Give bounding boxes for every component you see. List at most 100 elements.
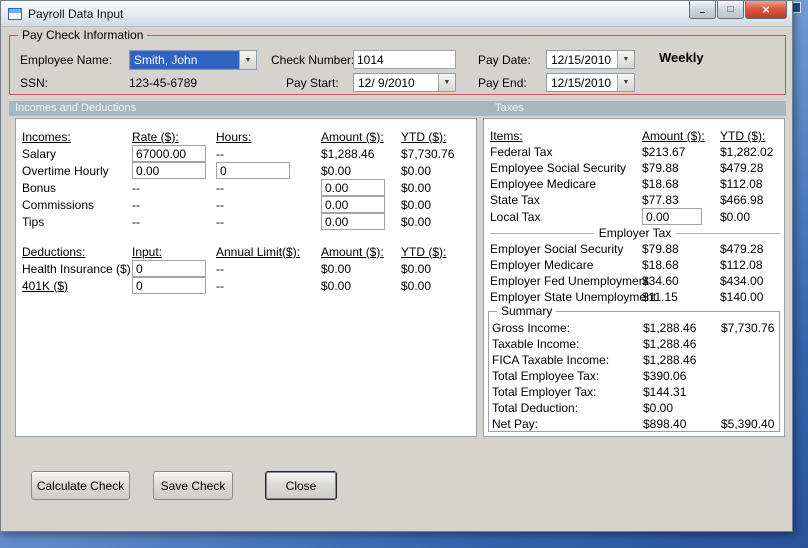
paycheck-info-groupbox: Pay Check Information Employee Name: Smi… [9, 28, 786, 95]
commissions-amount-input[interactable] [321, 196, 385, 213]
ytd-header: YTD ($): [720, 129, 766, 143]
income-hours-value: -- [216, 146, 224, 161]
close-icon: × [762, 2, 770, 17]
summary-amount-value: $1,288.46 [643, 353, 697, 367]
check-number-input[interactable] [353, 50, 456, 69]
income-ytd-value: $7,730.76 [401, 146, 455, 161]
employee-name-combobox[interactable]: Smith, John ▼ [129, 50, 257, 70]
hours-header: Hours: [216, 129, 252, 144]
tax-ytd-value: $1,282.02 [720, 145, 774, 159]
minimize-button[interactable]: – [689, 1, 716, 19]
summary-ytd-value [721, 352, 781, 368]
summary-row-net-pay: Net Pay: $898.40 $5,390.40 [492, 416, 781, 432]
deduction-401k-link[interactable]: 401K ($) [22, 277, 132, 294]
summary-ytd-value: $5,390.40 [721, 417, 775, 431]
tax-ytd-value: $466.98 [720, 193, 764, 207]
tips-amount-input[interactable] [321, 213, 385, 230]
save-check-button[interactable]: Save Check [153, 471, 233, 500]
pay-start-label: Pay Start: [286, 76, 339, 90]
dropdown-arrow-icon[interactable]: ▼ [438, 74, 455, 91]
tax-row-employer-medicare: Employer Medicare $18.68 $112.08 [490, 257, 784, 273]
tax-ytd-value: $479.28 [720, 242, 764, 256]
amount-header: Amount ($): [642, 129, 705, 143]
taxes-panel: Items: Amount ($): YTD ($): Federal Tax … [483, 118, 785, 437]
tax-ytd-value: $0.00 [720, 209, 751, 224]
overtime-rate-input[interactable] [132, 162, 206, 179]
summary-row-total-deduction: Total Deduction: $0.00 [492, 400, 781, 416]
calculate-check-button[interactable]: Calculate Check [31, 471, 130, 500]
tax-row-employee-medicare: Employee Medicare $18.68 $112.08 [490, 176, 784, 192]
summary-row-total-employee-tax: Total Employee Tax: $390.06 [492, 368, 781, 384]
divider-line [676, 232, 781, 234]
income-label: Overtime Hourly [22, 163, 109, 178]
dropdown-arrow-icon[interactable]: ▼ [617, 51, 634, 68]
tax-row-employer-social-security: Employer Social Security $79.88 $479.28 [490, 241, 784, 257]
income-ytd-value: $0.00 [401, 197, 432, 212]
amount-header: Amount ($): [321, 129, 384, 144]
incomes-deductions-panel: Incomes: Rate ($): Hours: Amount ($): YT… [15, 118, 477, 437]
tax-amount-value: $34.60 [642, 274, 679, 288]
close-window-button[interactable]: × [745, 1, 787, 19]
tax-label: State Tax [490, 193, 540, 207]
summary-table: Gross Income: $1,288.46 $7,730.76 Taxabl… [492, 320, 781, 432]
tax-row-local: Local Tax $0.00 [490, 208, 784, 225]
deduction-ytd-value: $0.00 [401, 278, 432, 293]
ytd-header: YTD ($): [401, 129, 447, 144]
tax-amount-cell [642, 208, 720, 225]
payroll-window: Payroll Data Input – □ × Pay Check Infor… [0, 0, 793, 532]
deduction-input-cell [132, 260, 216, 277]
tax-label: Employer Fed Unemployment [490, 274, 649, 288]
income-row-overtime: Overtime Hourly $0.00 $0.00 [22, 162, 471, 179]
tax-amount-value: $11.15 [642, 290, 678, 304]
income-hours-value: -- [216, 180, 224, 195]
tax-label: Employer Medicare [490, 258, 594, 272]
tax-amount-value: $77.83 [642, 193, 679, 207]
employer-tax-divider-row: Employer Tax [490, 225, 784, 241]
summary-label: Net Pay: [492, 417, 539, 431]
tax-ytd-value: $434.00 [720, 274, 764, 288]
summary-ytd-value: $7,730.76 [721, 321, 775, 335]
bonus-amount-input[interactable] [321, 179, 385, 196]
minimize-icon: – [699, 7, 706, 18]
employee-name-label: Employee Name: [20, 53, 113, 67]
pay-start-value: 12/ 9/2010 [358, 76, 415, 90]
taxes-header-row: Items: Amount ($): YTD ($): [490, 128, 784, 144]
deduction-ytd-value: $0.00 [401, 261, 432, 276]
dropdown-arrow-icon[interactable]: ▼ [239, 51, 256, 69]
incomes-header-row: Incomes: Rate ($): Hours: Amount ($): YT… [22, 128, 471, 145]
tax-ytd-value: $112.08 [720, 177, 763, 191]
tax-row-employer-state-unemployment: Employer State Unemployment $11.15 $140.… [490, 289, 784, 305]
pay-end-value: 12/15/2010 [551, 76, 612, 90]
local-tax-input[interactable] [642, 208, 702, 225]
close-button[interactable]: Close [265, 471, 337, 500]
pay-end-datepicker[interactable]: 12/15/2010 ▼ [546, 73, 635, 92]
dropdown-arrow-icon[interactable]: ▼ [617, 74, 634, 91]
deduction-annual-limit-value: -- [216, 278, 224, 293]
maximize-button[interactable]: □ [717, 1, 744, 19]
summary-row-fica-taxable-income: FICA Taxable Income: $1,288.46 [492, 352, 781, 368]
income-row-salary: Salary -- $1,288.46 $7,730.76 [22, 145, 471, 162]
tax-amount-value: $79.88 [642, 161, 679, 175]
employer-tax-divider: Employer Tax [490, 226, 784, 240]
title-bar[interactable]: Payroll Data Input – □ × [1, 1, 792, 27]
annual-limit-header: Annual Limit($): [216, 244, 301, 259]
ssn-label: SSN: [20, 76, 49, 90]
deduction-annual-limit-value: -- [216, 261, 224, 276]
income-rate-value: -- [132, 180, 140, 195]
deduction-row-401k: 401K ($) -- $0.00 $0.00 [22, 277, 471, 294]
summary-amount-value: $0.00 [643, 401, 674, 415]
pay-start-datepicker[interactable]: 12/ 9/2010 ▼ [353, 73, 456, 92]
salary-rate-input[interactable] [132, 145, 206, 162]
summary-legend: Summary [497, 304, 557, 318]
health-insurance-input[interactable] [132, 260, 206, 277]
summary-ytd-value [721, 384, 781, 400]
input-header: Input: [132, 244, 163, 259]
pay-date-datepicker[interactable]: 12/15/2010 ▼ [546, 50, 635, 69]
income-rate-value: -- [132, 214, 140, 229]
401k-input[interactable] [132, 277, 206, 294]
tax-label: Local Tax [490, 209, 541, 224]
overtime-hours-input[interactable] [216, 162, 290, 179]
summary-amount-value: $144.31 [643, 385, 687, 399]
incomes-deductions-table: Incomes: Rate ($): Hours: Amount ($): YT… [22, 128, 471, 294]
paycheck-info-legend: Pay Check Information [18, 28, 148, 42]
